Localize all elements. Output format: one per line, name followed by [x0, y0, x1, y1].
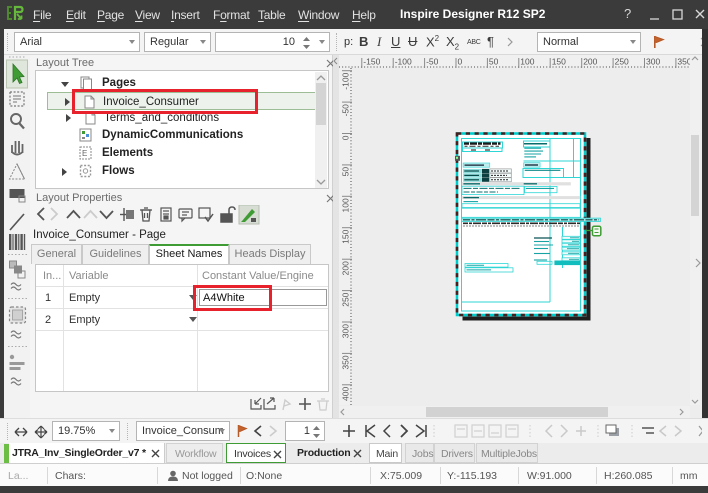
svg-text:-50: -50: [341, 104, 351, 117]
svg-text:-50: -50: [426, 57, 439, 67]
svg-text:-100: -100: [395, 57, 412, 67]
svg-text:250: 250: [615, 57, 629, 67]
svg-text:-150: -150: [363, 57, 380, 67]
svg-text:-100: -100: [341, 72, 351, 89]
svg-text:150: 150: [552, 57, 566, 67]
svg-text:250: 250: [341, 292, 351, 306]
svg-text:300: 300: [341, 324, 351, 338]
svg-text:300: 300: [646, 57, 660, 67]
svg-text:200: 200: [341, 261, 351, 275]
svg-text:150: 150: [341, 229, 351, 243]
svg-text:0: 0: [341, 135, 351, 140]
svg-text:350: 350: [341, 355, 351, 369]
svg-text:0: 0: [458, 57, 463, 67]
svg-text:200: 200: [583, 57, 597, 67]
svg-text:100: 100: [341, 198, 351, 212]
svg-text:100: 100: [520, 57, 534, 67]
svg-text:50: 50: [489, 57, 499, 67]
svg-text:50: 50: [341, 167, 351, 177]
svg-text:400: 400: [341, 387, 351, 401]
svg-text:350: 350: [677, 57, 691, 67]
svg-text:E: E: [82, 149, 87, 158]
